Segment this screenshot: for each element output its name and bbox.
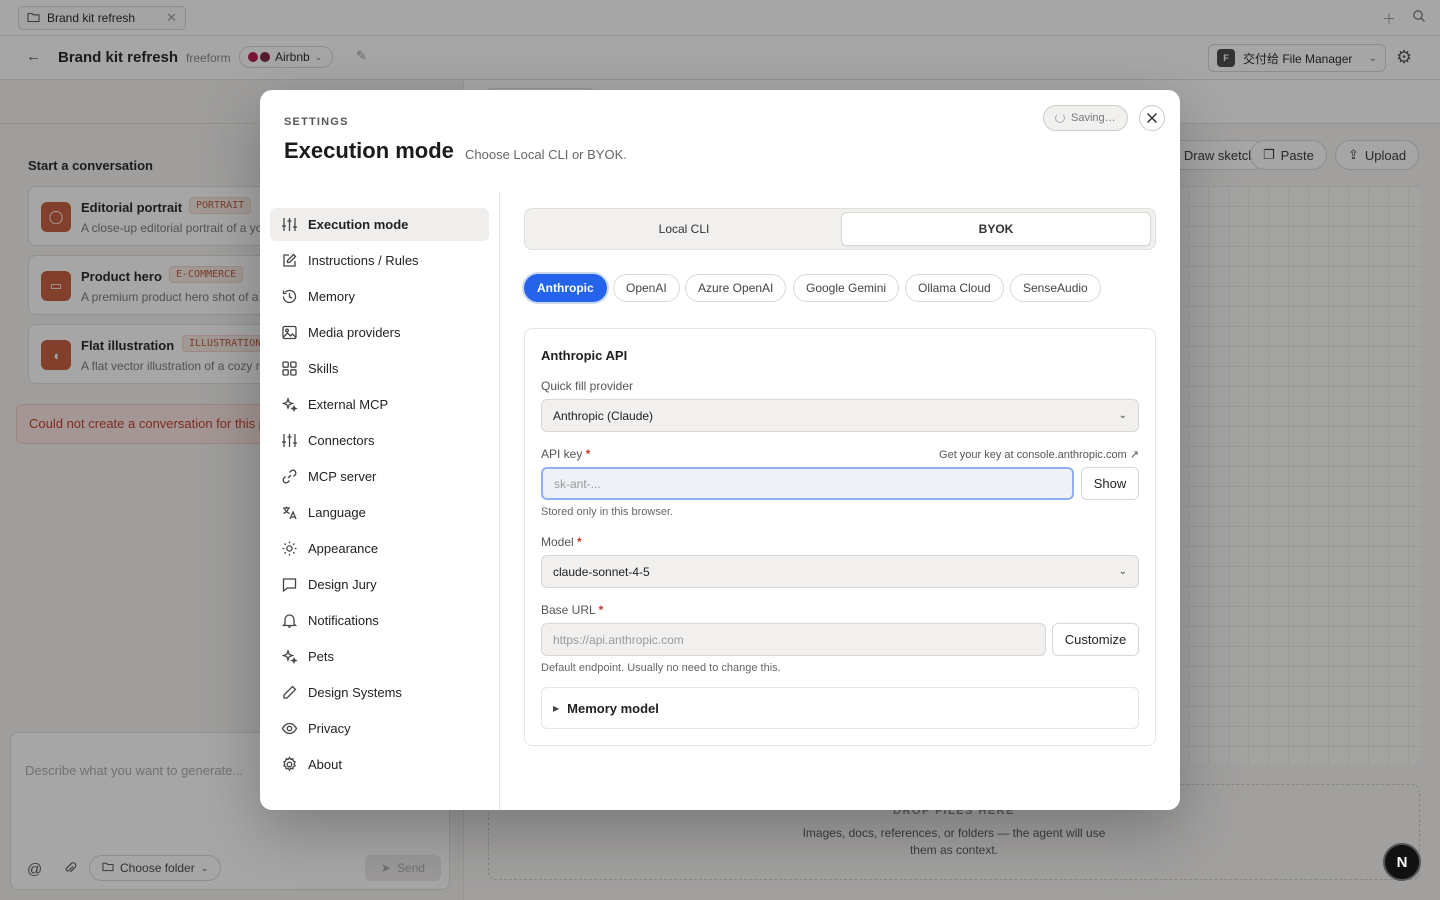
nav-label: Execution mode: [308, 217, 409, 232]
close-button[interactable]: [1139, 105, 1165, 131]
modal-title: Execution mode: [284, 138, 454, 163]
chevron-down-icon: ⌄: [1118, 410, 1127, 421]
nav-item-execution-mode[interactable]: Execution mode: [270, 208, 489, 241]
nav-label: About: [308, 757, 342, 772]
history-icon: [282, 289, 297, 304]
local-cli-option[interactable]: Local CLI: [529, 212, 839, 246]
modal-subtitle: Choose Local CLI or BYOK.: [465, 147, 627, 162]
translate-icon: [283, 506, 297, 520]
provider-chip-senseaudio[interactable]: SenseAudio: [1010, 274, 1101, 302]
settings-nav: Execution mode Instructions / Rules Memo…: [270, 208, 489, 784]
sparkle-icon: [281, 397, 298, 413]
settings-modal: SETTINGS Execution mode Choose Local CLI…: [260, 90, 1180, 810]
nav-item-design-systems[interactable]: Design Systems: [270, 676, 489, 709]
nav-label: Media providers: [308, 325, 401, 340]
chat-icon: [282, 578, 297, 593]
nav-item-connectors[interactable]: Connectors: [270, 424, 489, 457]
chevron-down-icon: ⌄: [1118, 566, 1127, 577]
nav-label: Appearance: [308, 541, 379, 556]
memory-model-label: Memory model: [567, 700, 659, 716]
byok-option[interactable]: BYOK: [841, 212, 1151, 246]
sliders-icon: [282, 218, 297, 231]
provider-chip-ollama-cloud[interactable]: Ollama Cloud: [905, 274, 1004, 302]
spinner-icon: [1055, 113, 1065, 123]
edit-icon: [283, 253, 297, 267]
nav-label: Instructions / Rules: [308, 253, 419, 268]
nav-item-pets[interactable]: Pets: [270, 640, 489, 673]
grid-icon: [282, 361, 297, 376]
nav-item-memory[interactable]: Memory: [270, 280, 489, 313]
sun-icon: [282, 541, 297, 556]
quick-fill-label: Quick fill provider: [541, 379, 634, 393]
settings-eyebrow: SETTINGS: [284, 116, 349, 128]
image-icon: [282, 325, 297, 340]
saving-badge: Saving…: [1043, 105, 1128, 131]
api-config-card: Anthropic API Quick fill provider Anthro…: [524, 328, 1156, 746]
nav-label: Connectors: [308, 433, 375, 448]
sliders-icon: [282, 434, 297, 447]
execution-mode-toggle: Local CLI BYOK: [524, 208, 1156, 250]
settings-content: Local CLI BYOK Anthropic OpenAI Azure Op…: [524, 208, 1156, 746]
nav-label: Memory: [308, 289, 355, 304]
nav-item-skills[interactable]: Skills: [270, 352, 489, 385]
nav-item-appearance[interactable]: Appearance: [270, 532, 489, 565]
nav-label: Pets: [308, 649, 335, 664]
nav-item-notifications[interactable]: Notifications: [270, 604, 489, 637]
api-heading: Anthropic API: [541, 348, 628, 363]
api-key-input[interactable]: sk-ant-...: [541, 467, 1074, 500]
bell-icon: [281, 614, 298, 628]
sparkle-icon: [281, 649, 298, 665]
model-value: claude-sonnet-4-5: [553, 564, 650, 579]
caret-right-icon: ▶: [553, 703, 560, 713]
nav-label: Design Systems: [308, 685, 402, 700]
memory-model-toggle[interactable]: ▶ Memory model: [541, 687, 1139, 729]
eye-icon: [281, 722, 298, 735]
nav-label: Skills: [308, 361, 339, 376]
nav-label: Design Jury: [308, 577, 377, 592]
nav-item-privacy[interactable]: Privacy: [270, 712, 489, 745]
quick-fill-value: Anthropic (Claude): [553, 408, 654, 423]
customize-button[interactable]: Customize: [1052, 623, 1139, 656]
provider-chip-openai[interactable]: OpenAI: [613, 274, 680, 302]
nav-label: Notifications: [308, 613, 379, 628]
api-key-console-link[interactable]: Get your key at console.anthropic.com ↗: [939, 448, 1139, 461]
quick-fill-select[interactable]: Anthropic (Claude) ⌄: [541, 399, 1139, 432]
api-key-help: Stored only in this browser.: [541, 506, 674, 518]
nav-label: MCP server: [308, 469, 377, 484]
model-label: Model *: [541, 535, 582, 549]
nav-item-media-providers[interactable]: Media providers: [270, 316, 489, 349]
nav-label: Language: [308, 505, 366, 520]
base-url-input[interactable]: https://api.anthropic.com: [541, 623, 1046, 656]
base-url-label: Base URL *: [541, 603, 604, 617]
base-url-help: Default endpoint. Usually no need to cha…: [541, 662, 781, 674]
nav-item-design-jury[interactable]: Design Jury: [270, 568, 489, 601]
pen-icon: [283, 685, 297, 699]
nav-item-mcp-server[interactable]: MCP server: [270, 460, 489, 493]
assistant-launcher[interactable]: N: [1383, 843, 1421, 881]
nav-item-language[interactable]: Language: [270, 496, 489, 529]
modal-divider: [499, 192, 500, 810]
saving-label: Saving…: [1071, 112, 1116, 124]
nav-item-about[interactable]: About: [270, 748, 489, 781]
model-select[interactable]: claude-sonnet-4-5 ⌄: [541, 555, 1139, 588]
provider-chip-google-gemini[interactable]: Google Gemini: [793, 274, 900, 302]
api-key-label: API key *: [541, 447, 591, 461]
provider-chips: Anthropic OpenAI Azure OpenAI Google Gem…: [524, 274, 1156, 302]
nav-label: Privacy: [308, 721, 351, 736]
provider-chip-azure-openai[interactable]: Azure OpenAI: [685, 274, 787, 302]
gear-icon: [283, 756, 296, 772]
nav-label: External MCP: [308, 397, 389, 412]
close-icon: [1146, 112, 1158, 124]
provider-chip-anthropic[interactable]: Anthropic: [524, 274, 607, 302]
link-icon: [282, 469, 297, 484]
show-key-button[interactable]: Show: [1081, 467, 1139, 500]
nav-item-instructions[interactable]: Instructions / Rules: [270, 244, 489, 277]
nav-item-external-mcp[interactable]: External MCP: [270, 388, 489, 421]
